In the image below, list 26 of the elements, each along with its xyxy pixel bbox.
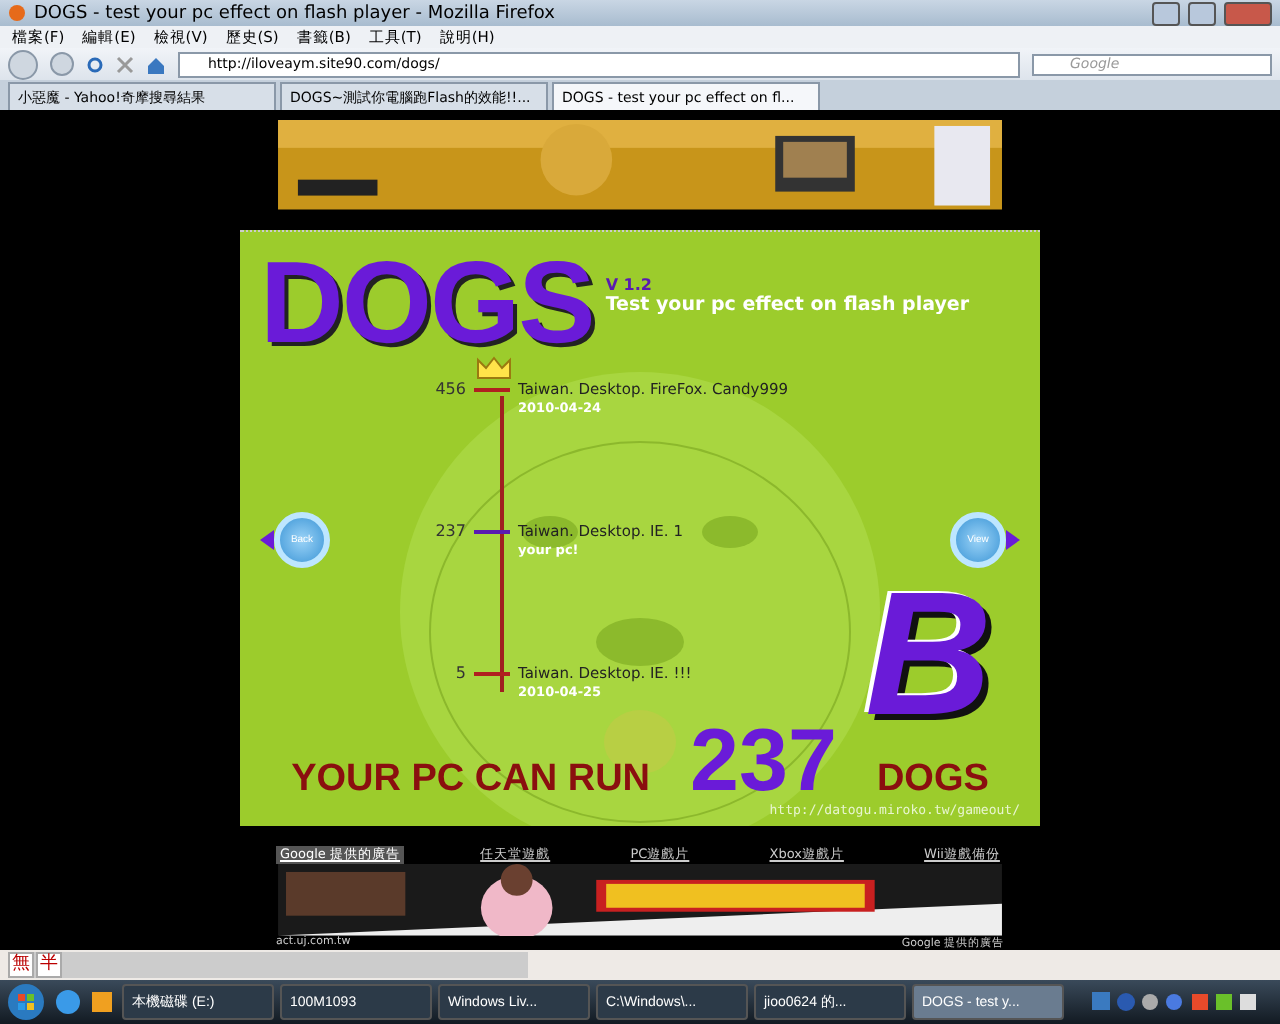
reload-icon[interactable] bbox=[86, 55, 104, 73]
game-logo: DOGS bbox=[260, 247, 594, 360]
window-title: DOGS - test your pc effect on flash player - Mozilla Firefox bbox=[34, 3, 557, 23]
start-button[interactable] bbox=[4, 982, 48, 1022]
browser-icon[interactable] bbox=[54, 988, 82, 1016]
result-label: YOUR PC CAN RUN bbox=[291, 758, 651, 803]
ime-indicator[interactable]: 半 bbox=[36, 952, 62, 978]
result-unit: DOGS bbox=[876, 758, 989, 803]
forward-button[interactable] bbox=[50, 52, 74, 76]
home-icon[interactable] bbox=[146, 55, 166, 73]
minimize-button[interactable] bbox=[1152, 1, 1180, 25]
score-value: 237 bbox=[433, 522, 466, 543]
version-label: V 1.2 bbox=[605, 275, 654, 294]
left-arrow-icon[interactable] bbox=[260, 530, 274, 551]
media-icon[interactable] bbox=[88, 988, 116, 1016]
close-button[interactable] bbox=[1224, 1, 1272, 25]
result-score: 237 bbox=[690, 722, 837, 803]
score-value: 456 bbox=[433, 380, 466, 401]
back-button[interactable] bbox=[8, 49, 38, 79]
ime-indicator[interactable]: 無 bbox=[8, 952, 34, 978]
score-value: 5 bbox=[453, 664, 466, 685]
firefox-icon bbox=[8, 4, 26, 22]
game-subtitle: Test your pc effect on flash player bbox=[605, 293, 970, 316]
grade-letter: B bbox=[864, 574, 992, 735]
right-arrow-icon[interactable] bbox=[1006, 530, 1020, 551]
maximize-button[interactable] bbox=[1188, 1, 1216, 25]
